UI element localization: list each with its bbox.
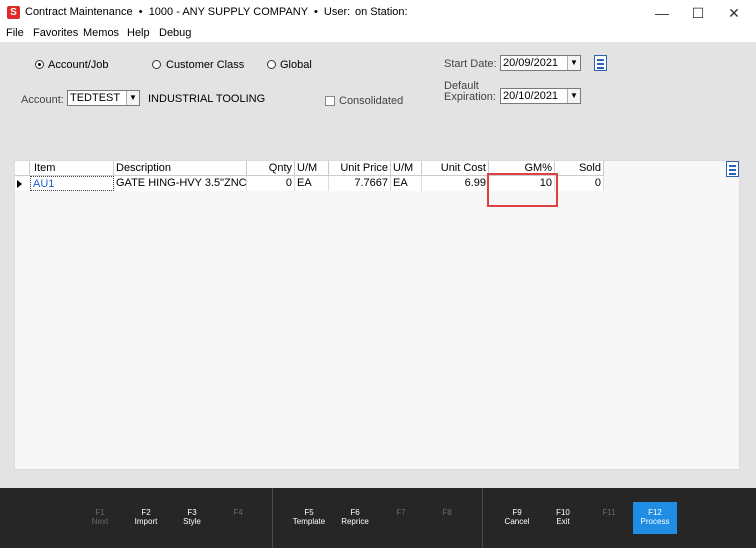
title-bar: S Contract Maintenance • 1000 - ANY SUPP… xyxy=(0,0,756,26)
radio-account-job[interactable] xyxy=(35,60,44,69)
f4-button[interactable]: F4 xyxy=(216,508,260,517)
f6-reprice-button[interactable]: F6 Reprice xyxy=(333,508,377,526)
cell-sold[interactable]: 0 xyxy=(555,176,604,191)
menu-help[interactable]: Help xyxy=(127,27,150,39)
close-button[interactable]: ✕ xyxy=(716,0,752,26)
minimize-button[interactable]: — xyxy=(644,0,680,26)
f12-process-button[interactable]: F12 Process xyxy=(633,502,677,534)
f11-button[interactable]: F11 xyxy=(587,508,631,517)
account-dropdown[interactable]: TEDTEST ▼ xyxy=(67,90,140,106)
options-menu-icon[interactable] xyxy=(594,55,607,71)
expiration-date-field[interactable]: 20/10/2021 ▼ xyxy=(500,88,581,104)
column-header-sold[interactable]: Sold xyxy=(555,161,604,176)
start-date-field[interactable]: 20/09/2021 ▼ xyxy=(500,55,581,71)
column-header-qnty[interactable]: Qnty xyxy=(247,161,295,176)
radio-customer-class[interactable] xyxy=(152,60,161,69)
expiration-date-value: 20/10/2021 xyxy=(503,90,559,102)
account-name: INDUSTRIAL TOOLING xyxy=(148,93,266,105)
fkey-separator xyxy=(272,488,273,548)
radio-label-customer-class: Customer Class xyxy=(166,59,245,71)
f1-next-button[interactable]: F1 Next xyxy=(78,508,122,526)
menu-memos[interactable]: Memos xyxy=(83,27,119,39)
row-pointer-icon xyxy=(17,180,22,188)
expiration-label-line2: Expiration: xyxy=(444,91,496,103)
chevron-down-icon[interactable]: ▼ xyxy=(567,89,580,103)
column-header-description[interactable]: Description xyxy=(114,161,247,176)
app-logo-icon: S xyxy=(7,6,20,19)
menu-bar: File Favorites Memos Help Debug xyxy=(0,26,756,42)
f3-style-button[interactable]: F3 Style xyxy=(170,508,214,526)
station-label: on Station: xyxy=(355,6,408,18)
consolidated-label: Consolidated xyxy=(339,95,404,107)
gm-highlight-box xyxy=(487,173,558,207)
cell-um[interactable]: EA xyxy=(295,176,329,191)
maximize-button[interactable]: ☐ xyxy=(680,0,716,26)
radio-label-account-job: Account/Job xyxy=(48,59,109,71)
cell-um2[interactable]: EA xyxy=(391,176,422,191)
function-key-bar: F1 Next F2 Import F3 Style F4 F5 Template F6… xyxy=(0,488,756,548)
consolidated-checkbox[interactable] xyxy=(325,96,335,106)
start-date-label: Start Date: xyxy=(444,58,497,70)
contract-grid[interactable]: Item Description Qnty U/M Unit Price U/M… xyxy=(14,160,740,470)
menu-favorites[interactable]: Favorites xyxy=(33,27,78,39)
chevron-down-icon[interactable]: ▼ xyxy=(126,91,139,105)
column-header-unit-cost[interactable]: Unit Cost xyxy=(422,161,489,176)
cell-unit-price[interactable]: 7.7667 xyxy=(329,176,391,191)
menu-debug[interactable]: Debug xyxy=(159,27,191,39)
f5-template-button[interactable]: F5 Template xyxy=(287,508,331,526)
account-label: Account: xyxy=(21,94,64,106)
grid-header-indicator xyxy=(15,161,30,176)
grid-menu-icon[interactable] xyxy=(726,161,739,177)
start-date-value: 20/09/2021 xyxy=(503,57,559,69)
f9-cancel-button[interactable]: F9 Cancel xyxy=(495,508,539,526)
chevron-down-icon[interactable]: ▼ xyxy=(567,56,580,70)
f2-import-button[interactable]: F2 Import xyxy=(124,508,168,526)
cell-unit-cost[interactable]: 6.99 xyxy=(422,176,489,191)
menu-file[interactable]: File xyxy=(6,27,24,39)
column-header-um2[interactable]: U/M xyxy=(391,161,422,176)
cell-description[interactable]: GATE HING-HVY 3.5"ZNC 2P xyxy=(114,176,247,191)
cell-qnty[interactable]: 0 xyxy=(247,176,295,191)
f10-exit-button[interactable]: F10 Exit xyxy=(541,508,585,526)
column-header-unit-price[interactable]: Unit Price xyxy=(329,161,391,176)
column-header-um[interactable]: U/M xyxy=(295,161,329,176)
table-row[interactable]: AU1 GATE HING-HVY 3.5"ZNC 2P 0 EA 7.7667… xyxy=(15,173,604,207)
fkey-separator xyxy=(482,488,483,548)
account-value: TEDTEST xyxy=(70,92,121,104)
radio-label-global: Global xyxy=(280,59,312,71)
radio-global[interactable] xyxy=(267,60,276,69)
column-header-item[interactable]: Item xyxy=(30,161,114,176)
window-title: Contract Maintenance • 1000 - ANY SUPPLY… xyxy=(25,6,351,18)
cell-item[interactable]: AU1 xyxy=(30,176,114,191)
f7-button[interactable]: F7 xyxy=(379,508,423,517)
f8-button[interactable]: F8 xyxy=(425,508,469,517)
